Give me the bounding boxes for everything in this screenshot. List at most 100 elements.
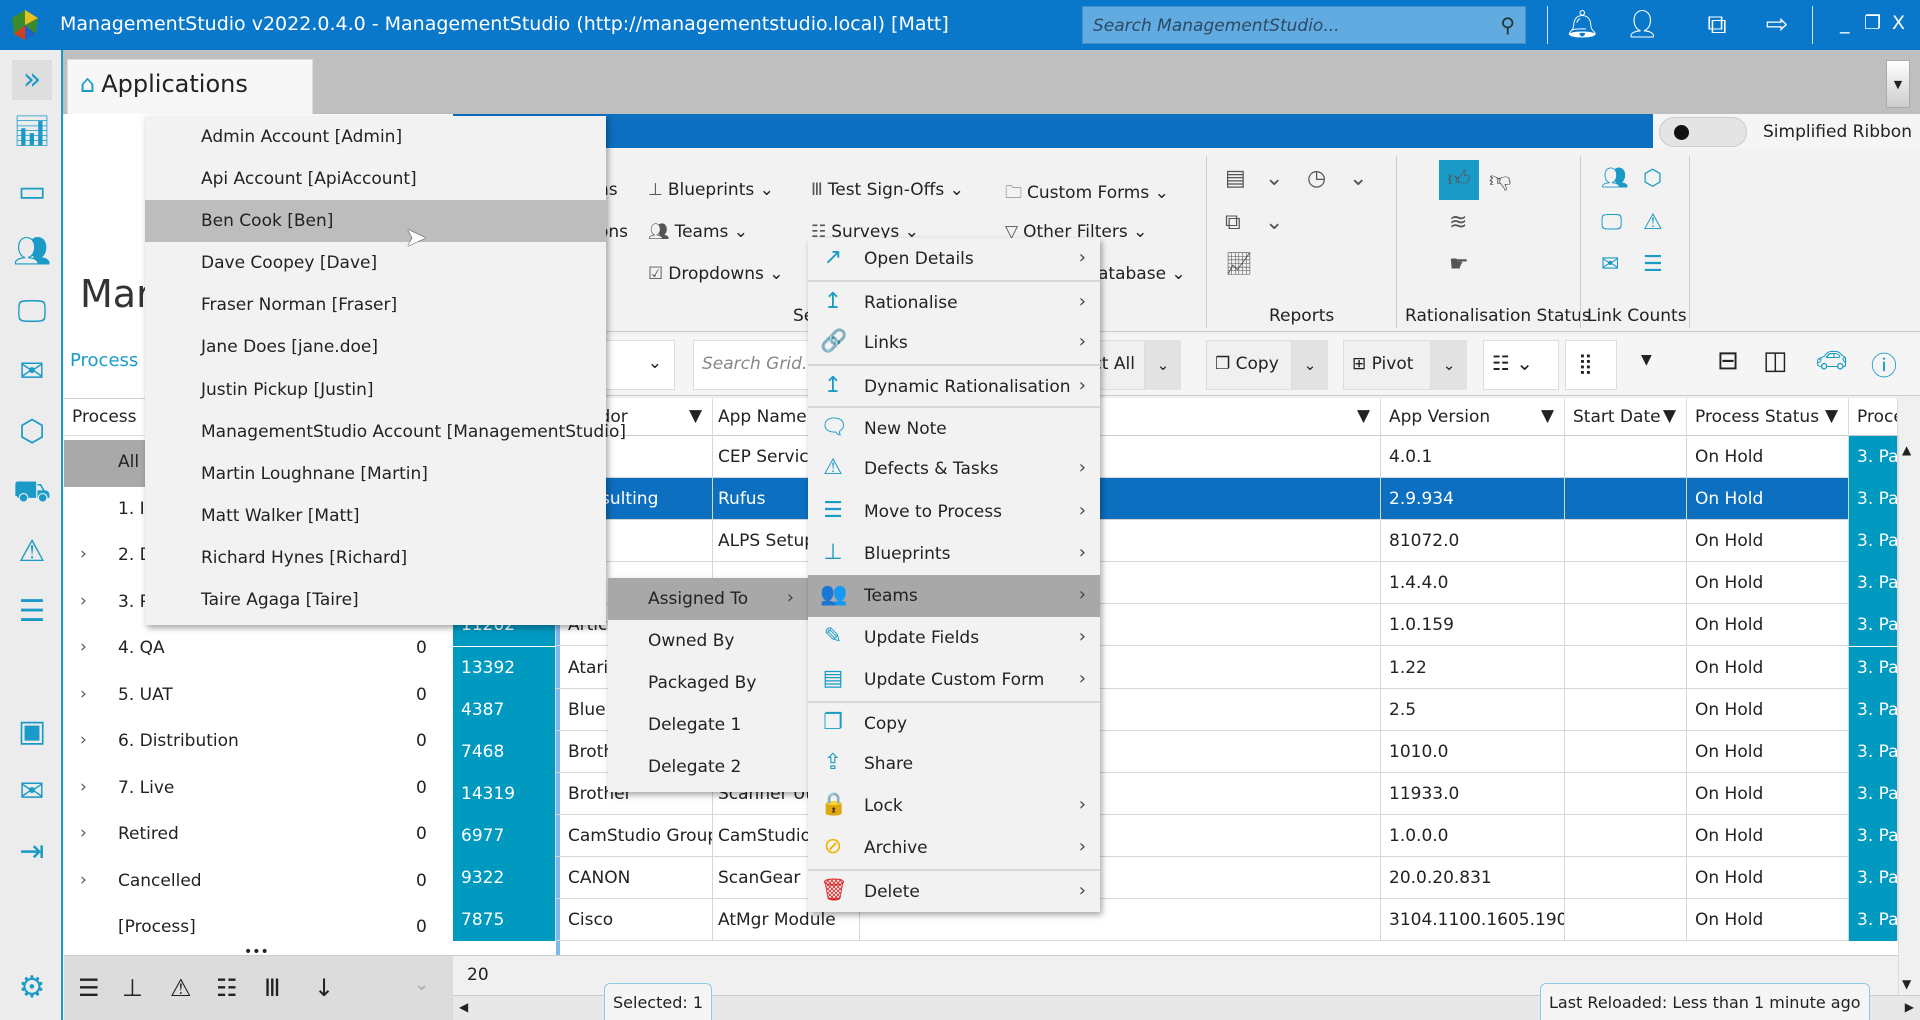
menu-item-links[interactable]: 🔗 Links › (808, 322, 1100, 364)
menu-item-teams[interactable]: 👥 Teams › (808, 574, 1100, 617)
menu-item-open-details[interactable]: ↗ Open Details › (808, 238, 1100, 280)
logout-icon[interactable]: ⇨ (1760, 8, 1794, 42)
warning-icon[interactable]: ⚠ (1643, 210, 1663, 235)
layout-dropdown[interactable]: ☷ ⌄ (1483, 340, 1559, 390)
filter-icon[interactable]: ▼ (1663, 406, 1676, 426)
table-row[interactable]: Consulting Rufus 2.9.934 On Hold 3. Pa (453, 478, 1898, 521)
tree-node[interactable]: › Cancelled 0 (64, 859, 453, 906)
layers-icon[interactable]: ≋ (1449, 210, 1467, 235)
menu-item-delete[interactable]: 🗑 Delete › (808, 869, 1100, 911)
menu-item-blueprints[interactable]: ⊥ Blueprints › (808, 533, 1100, 575)
menu-item-delegate-2[interactable]: Delegate 2 (608, 746, 808, 788)
split-horizontal-icon[interactable]: ⊟ (1717, 346, 1739, 376)
fields-icon[interactable]: ☷ (216, 974, 238, 1002)
tree-node[interactable]: › 4. QA 0 (64, 626, 453, 673)
users-icon[interactable]: 👥︎ (1601, 166, 1629, 191)
filter-icon[interactable]: ▼ (689, 406, 702, 426)
menu-item-lock[interactable]: 🔒 Lock › (808, 785, 1100, 827)
menu-item-person[interactable]: Matt Walker [Matt] (145, 495, 606, 537)
checklist-icon[interactable]: ☰ (12, 592, 52, 632)
chevron-down-icon[interactable]: ⌄ (1431, 340, 1467, 390)
thumbs-up-icon[interactable]: 👍︎ (1439, 160, 1479, 200)
filter-icon[interactable]: ▼ (1541, 406, 1554, 426)
table-row[interactable]: ALPS Setup 81072.0 On Hold 3. Pa (453, 520, 1898, 563)
checklist-icon[interactable]: ☰ (1643, 252, 1663, 277)
hierarchy-icon[interactable]: ⊥ (122, 974, 143, 1002)
menu-item-person[interactable]: Jane Does [jane.doe] (145, 326, 606, 368)
car-icon[interactable]: 🚗︎ (1815, 346, 1848, 376)
menu-item-person[interactable]: Taire Agaga [Taire] (145, 579, 606, 621)
menu-item-person[interactable]: ManagementStudio Account [ManagementStud… (145, 411, 626, 453)
chevron-right-icon[interactable]: › (80, 777, 87, 797)
monitor-icon[interactable]: 🖵 (1601, 210, 1622, 235)
truck-icon[interactable]: ⛟ (12, 472, 52, 512)
menu-item-update-custom-form[interactable]: ▤ Update Custom Form › (808, 659, 1100, 701)
contact-icon[interactable]: ▣ (12, 712, 52, 752)
cubes-icon[interactable]: ⬡ (12, 412, 52, 452)
ribbon-dropdowns[interactable]: ☑ Dropdowns ⌄ (648, 264, 784, 284)
monitor-icon[interactable]: 🖵 (12, 292, 52, 332)
filter-dropdown-icon[interactable]: ▼ (1641, 352, 1652, 368)
menu-item-rationalise[interactable]: ↥ Rationalise › (808, 280, 1100, 322)
menu-item-person[interactable]: Admin Account [Admin] (145, 116, 606, 158)
global-search-input[interactable]: Search ManagementStudio... ⚲ (1082, 6, 1526, 44)
list-icon[interactable]: ☰ (78, 974, 100, 1002)
menu-item-copy[interactable]: ❐ Copy (808, 701, 1100, 743)
menu-item-delegate-1[interactable]: Delegate 1 (608, 704, 808, 746)
cubes-icon[interactable]: ⬡ (1643, 166, 1662, 191)
export-icon[interactable]: ⧉ (1225, 210, 1241, 235)
menu-item-update-fields[interactable]: ✎ Update Fields › (808, 617, 1100, 659)
calendar-icon[interactable]: ▭ (12, 172, 52, 212)
chevron-down-icon[interactable]: ⌄ (1349, 166, 1367, 191)
column-header[interactable]: App Version (1381, 398, 1565, 436)
chevron-right-icon[interactable]: › (80, 870, 87, 890)
scroll-right-icon[interactable]: ▶ (1905, 1000, 1914, 1014)
sort-down-icon[interactable]: ↓ (314, 974, 334, 1002)
tree-node[interactable]: › 7. Live 0 (64, 766, 453, 813)
line-chart-icon[interactable]: 📈︎ (1225, 252, 1253, 277)
expand-icon[interactable]: » (12, 60, 52, 100)
scroll-up-icon[interactable]: ▲ (1902, 443, 1911, 457)
chevron-down-icon[interactable]: ⌄ (1265, 210, 1283, 235)
menu-item-person[interactable]: Richard Hynes [Richard] (145, 537, 606, 579)
chevron-down-icon[interactable]: ⌄ (1292, 340, 1328, 390)
split-vertical-icon[interactable]: ◫ (1763, 346, 1788, 376)
pivot-button[interactable]: ⊞ Pivot (1343, 340, 1431, 390)
menu-item-packaged-by[interactable]: Packaged By (608, 662, 808, 704)
menu-item-person[interactable]: Martin Loughnane [Martin] (145, 453, 606, 495)
search-icon[interactable]: ⚲ (1500, 13, 1515, 37)
menu-item-person[interactable]: Justin Pickup [Justin] (145, 369, 606, 411)
tree-node[interactable]: › Retired 0 (64, 812, 453, 859)
warning-icon[interactable]: ⚠ (170, 974, 192, 1002)
users-icon[interactable]: 👥︎ (12, 232, 52, 272)
tab-applications[interactable]: ⌂ Applications (67, 59, 313, 115)
simplified-ribbon-toggle[interactable] (1659, 117, 1747, 147)
chevron-down-icon[interactable]: ⌄ (1145, 340, 1181, 390)
chevron-right-icon[interactable]: › (80, 637, 87, 657)
settings-icon[interactable]: ⚙ (12, 968, 52, 1008)
ribbon-blueprints[interactable]: ⊥ Blueprints ⌄ (648, 180, 774, 200)
chart-icon[interactable]: 📊︎ (12, 112, 52, 152)
mail-icon[interactable]: ✉ (12, 352, 52, 392)
chevron-right-icon[interactable]: › (80, 591, 87, 611)
mail-stack-icon[interactable]: ✉ (12, 772, 52, 812)
vertical-scrollbar[interactable]: ▲ ▼ (1898, 435, 1920, 995)
chevron-right-icon[interactable]: › (80, 684, 87, 704)
report-list-icon[interactable]: ▤ (1225, 166, 1246, 191)
tab-process[interactable]: Process (70, 350, 138, 371)
menu-item-person[interactable]: Ben Cook [Ben] (145, 200, 606, 243)
splitter-handle[interactable]: ••• (244, 944, 269, 960)
menu-item-defects-tasks[interactable]: ⚠ Defects & Tasks › (808, 448, 1100, 490)
table-row[interactable]: 7875 Cisco AtMgr Module 3104.1100.1605.1900… (453, 899, 1898, 942)
scroll-down-icon[interactable]: ▼ (1902, 977, 1911, 991)
menu-item-person[interactable]: Fraser Norman [Fraser] (145, 284, 606, 326)
scroll-left-icon[interactable]: ◀ (459, 1000, 468, 1014)
ribbon-test-signoffs[interactable]: Ⅲ Test Sign-Offs ⌄ (811, 180, 964, 200)
hierarchy-icon[interactable]: ⧉ (1700, 8, 1734, 42)
ribbon-database[interactable]: atabase ⌄ (1098, 264, 1186, 284)
menu-item-owned-by[interactable]: Owned By (608, 620, 808, 662)
help-icon[interactable]: ⓘ (1871, 346, 1897, 383)
user-icon[interactable]: 👤︎ (1625, 8, 1659, 42)
menu-item-archive[interactable]: ⊘ Archive › (808, 827, 1100, 869)
import-icon[interactable]: ⇥ (12, 832, 52, 872)
